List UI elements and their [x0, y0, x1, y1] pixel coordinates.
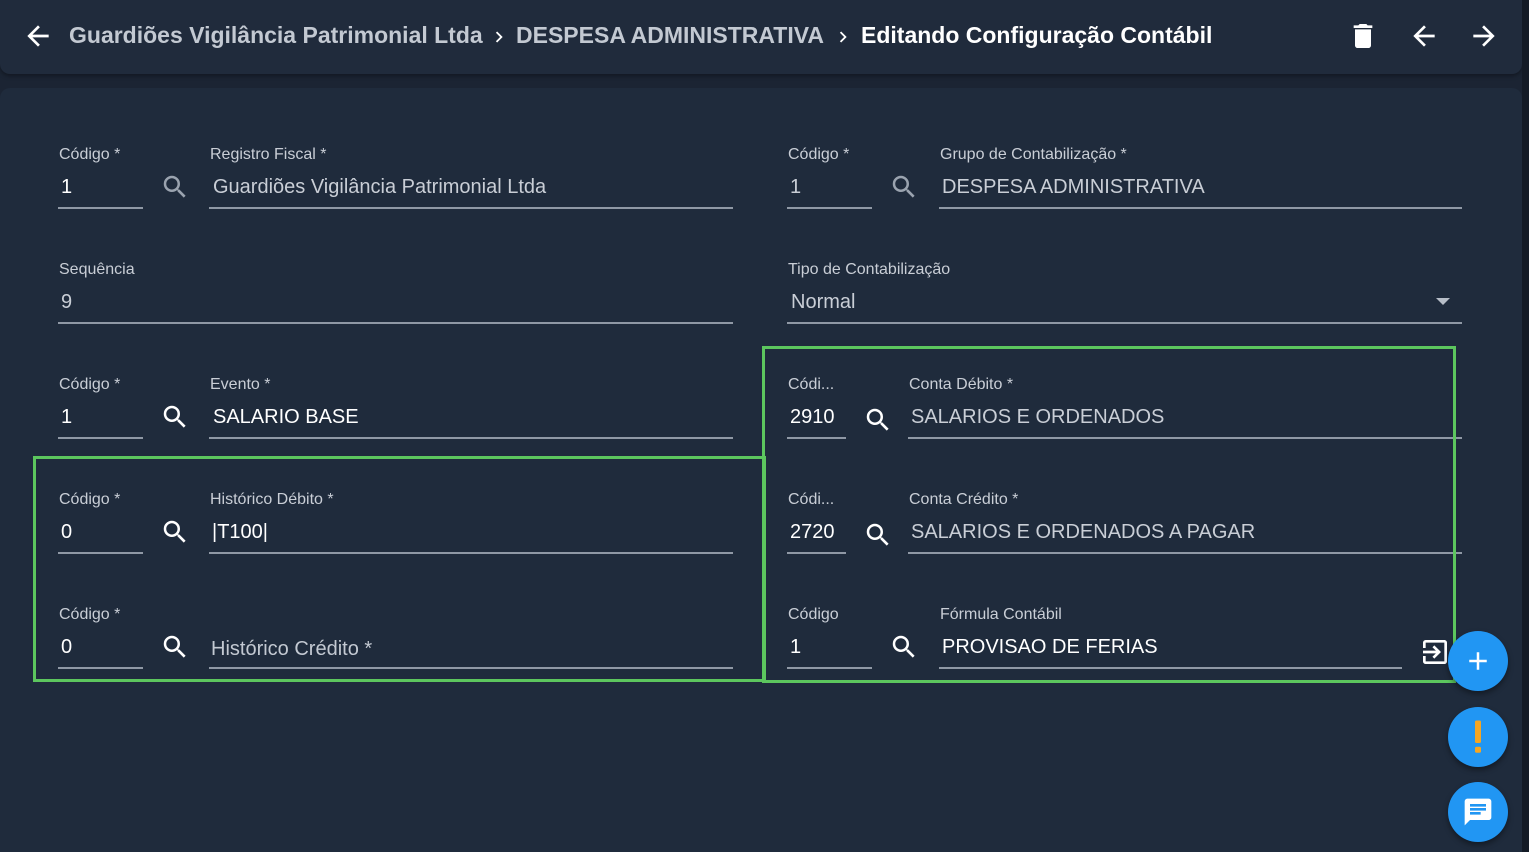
grupo-contabilizacao-input[interactable]: DESPESA ADMINISTRATIVA — [942, 176, 1205, 199]
codigo-registro-input[interactable]: 1 — [61, 176, 72, 199]
formula-contabil-underline — [939, 667, 1402, 669]
codigo-conta-credito-label: Códi... — [788, 491, 835, 508]
historico-debito-underline — [209, 552, 733, 554]
historico-debito-label: Histórico Débito * — [210, 491, 334, 508]
codigo-registro-label: Código * — [59, 146, 121, 163]
add-icon — [1469, 652, 1487, 670]
chevron-right-icon — [495, 31, 503, 43]
codigo-grupo-input[interactable]: 1 — [790, 176, 801, 199]
codigo-evento-input[interactable]: 1 — [61, 406, 72, 429]
search-icon[interactable] — [160, 172, 190, 202]
codigo-conta-debito-label: Códi... — [788, 376, 835, 393]
sequencia-underline — [58, 322, 733, 324]
search-icon[interactable] — [160, 402, 190, 432]
codigo-hist-debito-label: Código * — [59, 491, 121, 508]
evento-underline — [209, 437, 733, 439]
codigo-hist-credito-input[interactable]: 0 — [61, 636, 72, 659]
codigo-formula-input[interactable]: 1 — [790, 636, 801, 659]
next-icon[interactable] — [1468, 20, 1500, 52]
breadcrumb-current: Editando Configuração Contábil — [861, 22, 1213, 48]
codigo-evento-label: Código * — [59, 376, 121, 393]
codigo-conta-credito-underline — [787, 552, 846, 554]
conta-debito-underline — [908, 437, 1462, 439]
conta-debito-label: Conta Débito * — [909, 376, 1014, 393]
breadcrumb-registro[interactable]: Guardiões Vigilância Patrimonial Ltda — [69, 22, 483, 49]
chat-icon — [1464, 798, 1492, 826]
warning-icon — [1475, 720, 1481, 753]
search-icon[interactable] — [863, 520, 893, 550]
chat-button[interactable] — [1448, 782, 1508, 842]
codigo-registro-underline — [58, 207, 143, 209]
back-arrow-icon[interactable] — [22, 20, 54, 52]
codigo-conta-debito-input[interactable]: 2910 — [790, 406, 835, 429]
historico-credito-underline — [209, 667, 733, 669]
breadcrumb-grupo[interactable]: DESPESA ADMINISTRATIVA — [516, 22, 824, 49]
search-icon[interactable] — [160, 517, 190, 547]
registro-fiscal-input[interactable]: Guardiões Vigilância Patrimonial Ltda — [213, 176, 546, 199]
chevron-right-icon — [839, 31, 847, 43]
add-button[interactable] — [1448, 631, 1508, 691]
historico-debito-input[interactable]: |T100| — [212, 521, 268, 544]
open-formula-icon[interactable] — [1419, 636, 1451, 668]
codigo-conta-debito-underline — [787, 437, 846, 439]
codigo-hist-debito-underline — [58, 552, 143, 554]
registro-fiscal-underline — [209, 207, 733, 209]
previous-icon[interactable] — [1408, 20, 1440, 52]
search-icon[interactable] — [863, 405, 893, 435]
grupo-contabilizacao-underline — [939, 207, 1462, 209]
codigo-formula-underline — [787, 667, 872, 669]
formula-contabil-input[interactable]: PROVISAO DE FERIAS — [942, 636, 1158, 659]
form-panel — [0, 88, 1522, 852]
search-icon[interactable] — [889, 632, 919, 662]
conta-credito-label: Conta Crédito * — [909, 491, 1019, 508]
sequencia-label: Sequência — [59, 261, 135, 278]
registro-fiscal-label: Registro Fiscal * — [210, 146, 327, 163]
evento-label: Evento * — [210, 376, 271, 393]
codigo-grupo-underline — [787, 207, 872, 209]
search-icon[interactable] — [160, 632, 190, 662]
scrollbar-track[interactable] — [1522, 0, 1529, 852]
codigo-hist-credito-label: Código * — [59, 606, 121, 623]
sequencia-input[interactable]: 9 — [61, 291, 72, 314]
conta-credito-underline — [908, 552, 1462, 554]
conta-credito-input[interactable]: SALARIOS E ORDENADOS A PAGAR — [911, 521, 1255, 544]
tipo-contabilizacao-select[interactable]: Normal — [791, 291, 855, 314]
formula-contabil-label: Fórmula Contábil — [940, 606, 1062, 623]
evento-input[interactable]: SALARIO BASE — [213, 406, 359, 429]
codigo-formula-label: Código — [788, 606, 839, 623]
codigo-hist-debito-input[interactable]: 0 — [61, 521, 72, 544]
warning-button[interactable] — [1448, 707, 1508, 767]
top-bar: Guardiões Vigilância Patrimonial Ltda DE… — [0, 0, 1522, 74]
tipo-contabilizacao-label: Tipo de Contabilização — [788, 261, 951, 278]
search-icon[interactable] — [889, 172, 919, 202]
codigo-conta-credito-input[interactable]: 2720 — [790, 521, 835, 544]
grupo-contabilizacao-label: Grupo de Contabilização * — [940, 146, 1127, 163]
codigo-hist-credito-underline — [58, 667, 143, 669]
historico-credito-input[interactable]: Histórico Crédito * — [211, 638, 372, 661]
tipo-contabilizacao-underline — [787, 322, 1462, 324]
delete-icon[interactable] — [1347, 20, 1379, 52]
conta-debito-input[interactable]: SALARIOS E ORDENADOS — [911, 406, 1164, 429]
codigo-grupo-label: Código * — [788, 146, 850, 163]
dropdown-caret-icon[interactable] — [1436, 298, 1450, 305]
codigo-evento-underline — [58, 437, 143, 439]
